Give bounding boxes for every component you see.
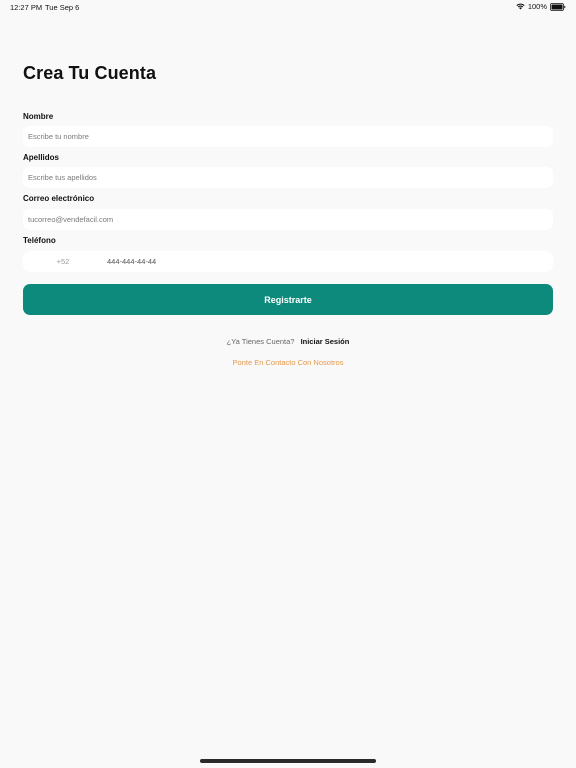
email-label: Correo electrónico <box>23 194 95 203</box>
home-indicator[interactable] <box>200 759 376 763</box>
page-title: Crea Tu Cuenta <box>23 63 157 83</box>
phone-input[interactable] <box>103 251 543 272</box>
login-question: ¿Ya Tienes Cuenta? <box>226 337 295 346</box>
wifi-icon <box>516 3 525 10</box>
login-prompt: ¿Ya Tienes Cuenta? Iniciar Sesión <box>0 337 576 346</box>
surname-label: Apellidos <box>23 153 60 162</box>
status-indicators: 100% <box>516 2 566 11</box>
phone-label: Teléfono <box>23 236 56 245</box>
phone-field: +52 <box>23 251 553 272</box>
login-link[interactable]: Iniciar Sesión <box>301 337 350 346</box>
surname-input[interactable] <box>23 167 553 188</box>
name-label: Nombre <box>23 112 54 121</box>
country-code-selector[interactable]: +52 <box>23 251 103 272</box>
contact-link[interactable]: Ponte En Contacto Con Nosotros <box>0 358 576 367</box>
status-date: Tue Sep 6 <box>45 3 80 12</box>
email-input[interactable] <box>23 209 553 230</box>
status-bar: 12:27 PM Tue Sep 6 100% <box>0 0 576 14</box>
battery-percentage: 100% <box>527 2 547 11</box>
name-input[interactable] <box>23 126 553 147</box>
status-time: 12:27 PM <box>10 3 43 12</box>
battery-icon <box>550 2 566 11</box>
register-button[interactable]: Registrarte <box>23 284 553 315</box>
